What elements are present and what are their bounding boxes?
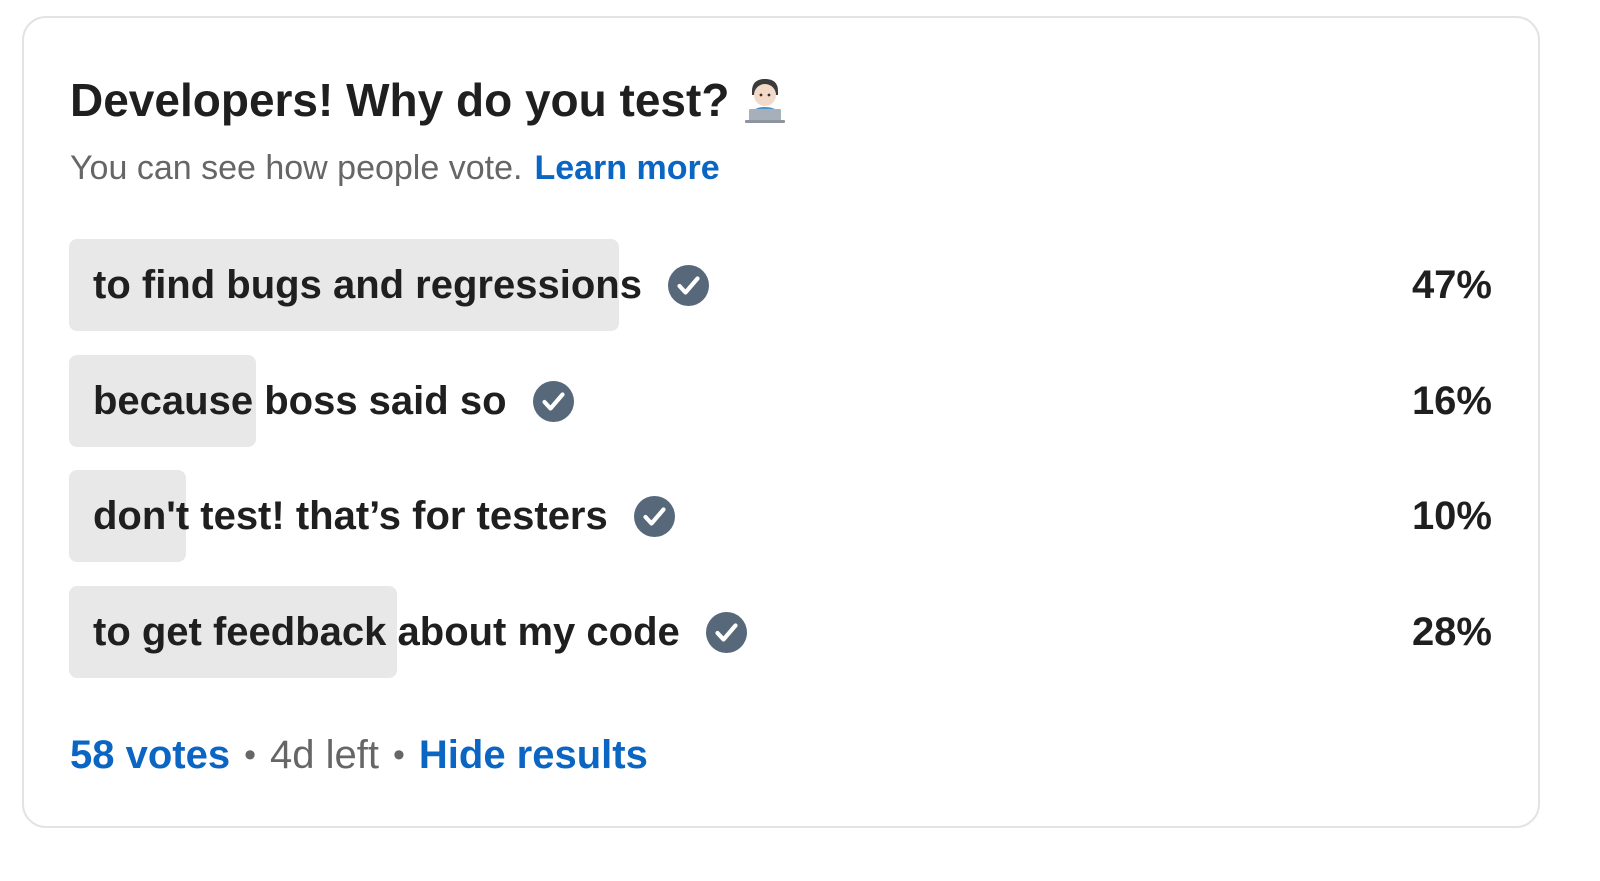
- poll-option-3-label: don't test! that’s for testers: [93, 493, 608, 538]
- learn-more-link[interactable]: Learn more: [534, 149, 719, 188]
- check-circle-icon: [633, 495, 675, 537]
- poll-option-2[interactable]: because boss said so 16%: [69, 355, 1494, 447]
- poll-visibility-note: You can see how people vote. Learn more: [70, 146, 720, 190]
- poll-option-1-percent: 47%: [1411, 262, 1492, 307]
- time-left: 4d left: [270, 732, 379, 777]
- poll-option-2-percent: 16%: [1411, 378, 1492, 423]
- votes-count-link[interactable]: 58 votes: [70, 733, 230, 778]
- separator-dot: •: [392, 735, 405, 774]
- poll-option-4-percent: 28%: [1411, 609, 1492, 654]
- poll-option-1[interactable]: to find bugs and regressions 47%: [69, 239, 1494, 331]
- check-circle-icon: [705, 611, 747, 653]
- poll-title: Developers! Why do you test?: [70, 72, 787, 128]
- hide-results-link[interactable]: Hide results: [419, 733, 648, 778]
- separator-dot: •: [244, 735, 257, 774]
- check-circle-icon: [532, 380, 574, 422]
- poll-footer: 58 votes • 4d left • Hide results: [70, 730, 648, 780]
- poll-option-1-label: to find bugs and regressions: [93, 262, 642, 307]
- poll-option-3-percent: 10%: [1411, 493, 1492, 538]
- poll-option-3[interactable]: don't test! that’s for testers 10%: [69, 470, 1494, 562]
- check-circle-icon: [667, 264, 709, 306]
- poll-option-2-label: because boss said so: [93, 378, 507, 423]
- poll-option-4[interactable]: to get feedback about my code 28%: [69, 586, 1494, 678]
- technologist-emoji-icon: [743, 77, 787, 123]
- poll-title-text: Developers! Why do you test?: [70, 74, 730, 126]
- visibility-note-text: You can see how people vote.: [70, 148, 523, 187]
- poll-option-4-label: to get feedback about my code: [93, 609, 680, 654]
